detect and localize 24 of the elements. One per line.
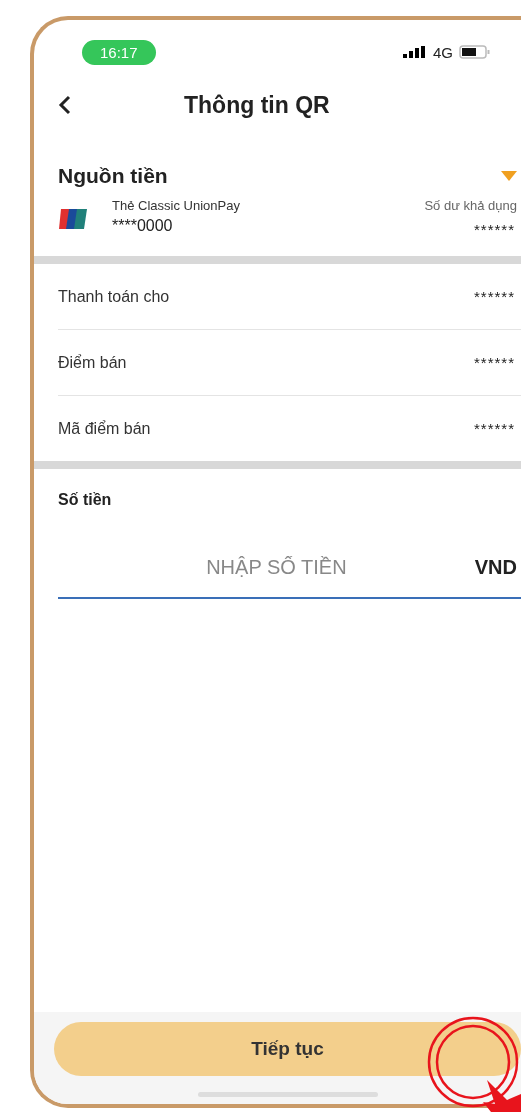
continue-button[interactable]: Tiếp tục [54,1022,521,1076]
signal-icon [403,46,427,58]
amount-input[interactable]: NHẬP SỐ TIỀN [58,555,435,579]
section-title: Nguồn tiền [58,164,168,188]
row-value: ****** [473,420,515,437]
row-label: Thanh toán cho [58,287,170,306]
card-number: ****0000 [112,217,174,235]
network-label: 4G [433,43,453,61]
balance-label: Số dư khả dụng [424,198,517,213]
amount-label: Số tiền [58,491,112,508]
battery-icon [459,45,491,59]
row-value: ****** [473,288,515,305]
amount-field[interactable]: NHẬP SỐ TIỀN VND [58,537,521,599]
balance-value: ****** [473,221,515,238]
status-time: 16:17 [82,39,156,65]
back-icon[interactable] [58,94,72,116]
row-label: Mã điểm bán [58,419,151,438]
row-value: ****** [473,354,515,371]
currency-label: VND [474,555,517,579]
screen-title: Thông tin QR [184,91,330,119]
card-logo-icon [58,208,88,230]
tap-hand-icon [425,1014,521,1112]
card-name: Thẻ Classic UnionPay [112,198,240,213]
row-label: Điểm bán [58,353,127,372]
